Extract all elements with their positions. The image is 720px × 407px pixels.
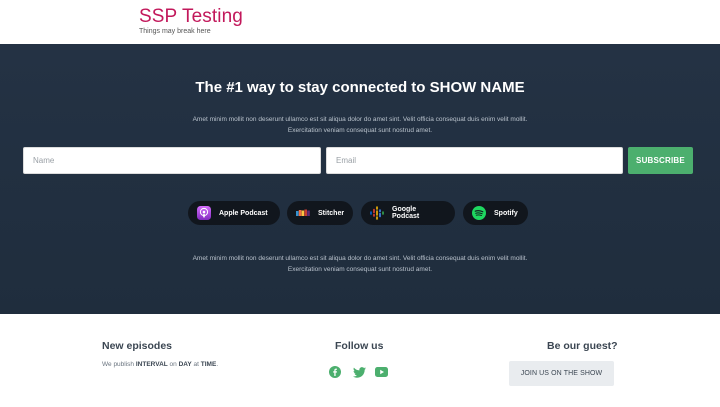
google-podcast-button[interactable]: Google Podcast: [361, 201, 455, 225]
publish-prefix: We publish: [102, 361, 136, 368]
follow-us-title: Follow us: [335, 340, 384, 352]
twitter-icon[interactable]: [352, 365, 366, 379]
apple-podcast-icon: [197, 206, 211, 220]
spotify-button[interactable]: Spotify: [463, 201, 528, 225]
spotify-label: Spotify: [494, 209, 518, 217]
publish-interval: INTERVAL: [135, 361, 168, 368]
site-tagline: Things may break here: [139, 28, 211, 35]
publish-end: .: [216, 361, 219, 368]
site-title-link[interactable]: SSP Testing: [139, 6, 243, 28]
subscribe-button[interactable]: SUBSCRIBE: [628, 147, 693, 174]
google-podcast-label: Google Podcast: [392, 206, 420, 220]
apple-podcast-button[interactable]: Apple Podcast: [188, 201, 280, 225]
be-our-guest-title: Be our guest?: [547, 340, 618, 352]
stitcher-button[interactable]: Stitcher: [287, 201, 353, 225]
stitcher-label: Stitcher: [318, 209, 345, 217]
subscribe-hero: The #1 way to stay connected to SHOW NAM…: [0, 44, 720, 314]
new-episodes-title: New episodes: [102, 340, 173, 352]
site-header: SSP Testing Things may break here: [0, 0, 720, 44]
stitcher-icon: [296, 206, 310, 220]
facebook-icon[interactable]: [328, 365, 342, 379]
publish-at: at: [191, 361, 201, 368]
name-input[interactable]: [23, 147, 321, 174]
join-us-button[interactable]: JOIN US ON THE SHOW: [509, 361, 614, 386]
site-footer: New episodes We publish INTERVAL on DAY …: [0, 314, 720, 407]
google-podcast-icon: [370, 206, 384, 220]
publish-day: DAY: [178, 361, 192, 368]
publish-schedule: We publish INTERVAL on DAY at TIME.: [102, 361, 218, 368]
publish-time: TIME: [200, 361, 217, 368]
spotify-icon: [472, 206, 486, 220]
hero-description: Amet minim mollit non deserunt ullamco e…: [192, 116, 528, 134]
hero-title: The #1 way to stay connected to SHOW NAM…: [195, 79, 525, 96]
apple-podcast-label: Apple Podcast: [219, 209, 268, 217]
youtube-icon[interactable]: [374, 365, 388, 379]
hero-footer-text: Amet minim mollit non deserunt ullamco e…: [192, 255, 528, 273]
email-input[interactable]: [326, 147, 623, 174]
publish-on: on: [167, 361, 179, 368]
